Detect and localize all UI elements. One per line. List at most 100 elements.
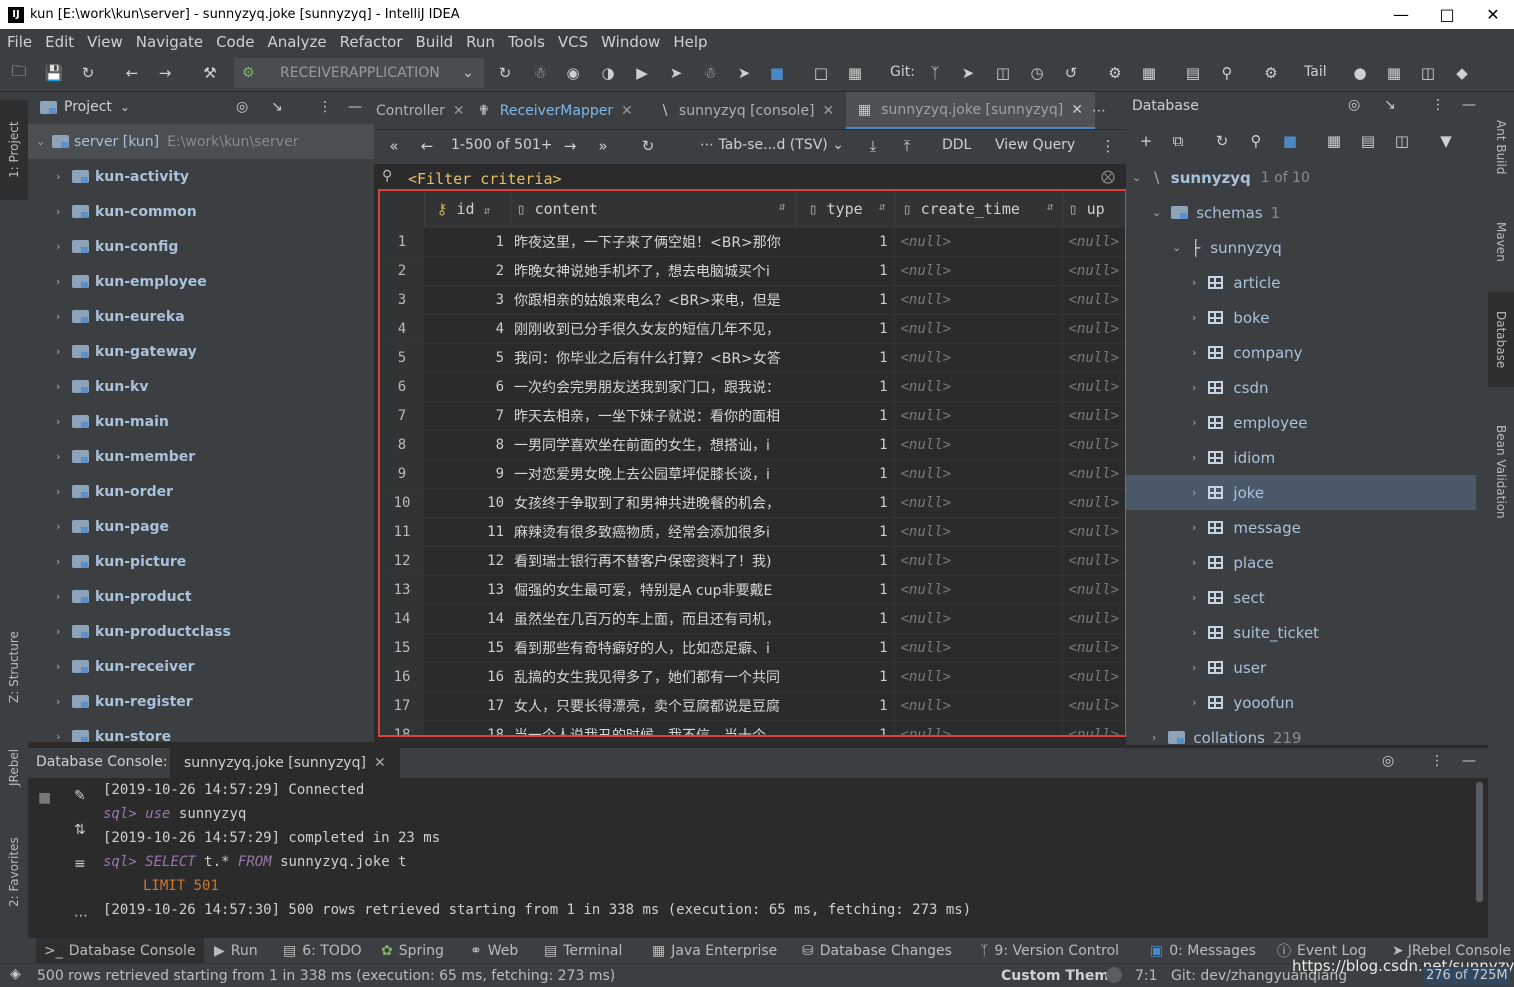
- page-indicator[interactable]: 1-500 of 501+: [451, 137, 553, 153]
- menu-vcs[interactable]: VCS: [551, 33, 594, 51]
- menu-view[interactable]: View: [80, 33, 129, 51]
- tree-item-kun-kv[interactable]: › kun-kv: [28, 369, 374, 404]
- cell-type[interactable]: 1: [796, 459, 894, 489]
- tab-java-enterprise[interactable]: ▦ Java Enterprise: [652, 938, 777, 963]
- cell-up[interactable]: <null>: [1061, 285, 1125, 315]
- cell-type[interactable]: 1: [796, 546, 894, 576]
- cell-up[interactable]: <null>: [1061, 401, 1125, 431]
- upload-icon[interactable]: ⤒: [897, 136, 917, 156]
- tab-favorites[interactable]: 2: Favorites: [0, 822, 28, 922]
- cell-create-time[interactable]: <null>: [893, 662, 1062, 692]
- cell-content[interactable]: 乱搞的女生我见得多了，她们都有一个共同: [510, 662, 796, 692]
- tab-ant-build[interactable]: Ant Build: [1488, 102, 1514, 192]
- cell-id[interactable]: 14: [424, 604, 510, 634]
- cell-type[interactable]: 1: [796, 488, 894, 518]
- cell-create-time[interactable]: <null>: [893, 633, 1062, 663]
- db-table-boke[interactable]: › boke: [1126, 300, 1476, 335]
- tree-item-kun-register[interactable]: › kun-register: [28, 684, 374, 719]
- cell-up[interactable]: <null>: [1061, 691, 1125, 721]
- menu-window[interactable]: Window: [594, 33, 666, 51]
- db-table-place[interactable]: › place: [1126, 545, 1476, 580]
- cell-create-time[interactable]: <null>: [893, 430, 1062, 460]
- cell-up[interactable]: <null>: [1061, 314, 1125, 344]
- close-icon[interactable]: ✕: [1071, 102, 1083, 118]
- console-icon[interactable]: ◫: [1392, 131, 1412, 151]
- record-icon[interactable]: ●: [1350, 63, 1370, 83]
- cell-up[interactable]: <null>: [1061, 372, 1125, 402]
- prev-page-icon[interactable]: ←: [417, 136, 437, 156]
- cell-type[interactable]: 1: [796, 604, 894, 634]
- cell-type[interactable]: 1: [796, 285, 894, 315]
- table-row[interactable]: 3 3 你跟相亲的姑娘来电么？<BR>来电，但是 1 <null> <null>: [380, 285, 1125, 315]
- cell-id[interactable]: 8: [424, 430, 510, 460]
- hide-panel-icon[interactable]: —: [1462, 753, 1476, 769]
- git-push-icon[interactable]: ➤: [958, 63, 978, 83]
- cell-id[interactable]: 16: [424, 662, 510, 692]
- table-row[interactable]: 11 11 麻辣烫有很多致癌物质，经常会添加很多i 1 <null> <null>: [380, 517, 1125, 547]
- cell-content[interactable]: 昨晚女神说她手机坏了，想去电脑城买个i: [510, 256, 796, 286]
- table-row[interactable]: 7 7 昨天去相亲，一坐下妹子就说：看你的面相 1 <null> <null>: [380, 401, 1125, 431]
- console-scrollbar[interactable]: [1476, 782, 1483, 902]
- tab-maven[interactable]: Maven: [1488, 207, 1514, 277]
- view-query-button[interactable]: View Query: [995, 137, 1075, 153]
- cell-up[interactable]: <null>: [1061, 720, 1125, 735]
- cell-up[interactable]: <null>: [1061, 488, 1125, 518]
- attach-icon[interactable]: ▦: [845, 63, 865, 83]
- collapse-icon[interactable]: ↘: [271, 99, 283, 115]
- cell-up[interactable]: <null>: [1061, 546, 1125, 576]
- first-page-icon[interactable]: «: [384, 136, 404, 156]
- tab-sunnyzyq-console[interactable]: ∖ sunnyzyq [console] ✕: [660, 92, 834, 129]
- tab-sunnyzyq-joke[interactable]: ▦ sunnyzyq.joke [sunnyzyq] ✕: [846, 92, 1095, 129]
- cell-id[interactable]: 18: [424, 720, 510, 735]
- deploy-icon[interactable]: □: [811, 63, 831, 83]
- cell-create-time[interactable]: <null>: [893, 720, 1062, 735]
- rerun-icon[interactable]: ↻: [495, 63, 515, 83]
- table-row[interactable]: 1 1 昨夜这里，一下子来了俩空姐！<BR>那你 1 <null> <null>: [380, 227, 1125, 257]
- cell-create-time[interactable]: <null>: [893, 343, 1062, 373]
- cell-content[interactable]: 看到那些有奇特癖好的人，比如恋足癖、i: [510, 633, 796, 663]
- table-row[interactable]: 13 13 倔强的女生最可爱，特别是A cup非要戴E 1 <null> <null>: [380, 575, 1125, 605]
- cell-content[interactable]: 看到瑞士银行再不替客户保密资料了！我): [510, 546, 796, 576]
- tree-root[interactable]: ⌄ server [kun] E:\work\kun\server: [28, 124, 374, 159]
- db-table-yooofun[interactable]: › yooofun: [1126, 685, 1476, 720]
- cell-create-time[interactable]: <null>: [893, 517, 1062, 547]
- jrebel-debug-icon[interactable]: ☃: [700, 63, 720, 83]
- export-format-select[interactable]: ⋯ Tab-se...d (TSV) ⌄: [700, 137, 844, 153]
- row-number[interactable]: 14: [380, 604, 424, 634]
- tab-database[interactable]: Database: [1488, 292, 1514, 387]
- ddl-button[interactable]: DDL: [942, 137, 971, 153]
- menu-file[interactable]: File: [0, 33, 38, 51]
- cell-up[interactable]: <null>: [1061, 227, 1125, 257]
- schemas-node[interactable]: ⌄ schemas 1: [1126, 195, 1488, 230]
- tree-item-kun-picture[interactable]: › kun-picture: [28, 544, 374, 579]
- puzzle-icon[interactable]: ◆: [1452, 63, 1472, 83]
- row-number[interactable]: 13: [380, 575, 424, 605]
- status-icon[interactable]: ◈: [10, 966, 21, 982]
- cell-create-time[interactable]: <null>: [893, 691, 1062, 721]
- row-number[interactable]: 7: [380, 401, 424, 431]
- row-number[interactable]: 6: [380, 372, 424, 402]
- cell-content[interactable]: 麻辣烫有很多致癌物质，经常会添加很多i: [510, 517, 796, 547]
- table-row[interactable]: 18 18 当一个人说我丑的时候，我不信，当十个 1 <null> <null>: [380, 720, 1125, 735]
- target-icon[interactable]: ◎: [236, 99, 248, 115]
- table-row[interactable]: 8 8 一男同学喜欢坐在前面的女生，想搭讪，i 1 <null> <null>: [380, 430, 1125, 460]
- cell-content[interactable]: 一男同学喜欢坐在前面的女生，想搭讪，i: [510, 430, 796, 460]
- row-number[interactable]: 16: [380, 662, 424, 692]
- save-icon[interactable]: 💾: [44, 63, 64, 83]
- table-row[interactable]: 4 4 刚刚收到已分手很久女友的短信几年不见， 1 <null> <null>: [380, 314, 1125, 344]
- table-row[interactable]: 5 5 我问：你毕业之后有什么打算？<BR>女答 1 <null> <null>: [380, 343, 1125, 373]
- tree-item-kun-common[interactable]: › kun-common: [28, 194, 374, 229]
- cell-type[interactable]: 1: [796, 575, 894, 605]
- plugin-icon[interactable]: ⚙: [1261, 63, 1281, 83]
- tree-item-kun-main[interactable]: › kun-main: [28, 404, 374, 439]
- cell-create-time[interactable]: <null>: [893, 459, 1062, 489]
- tree-item-kun-product[interactable]: › kun-product: [28, 579, 374, 614]
- stop-icon[interactable]: ■: [38, 790, 51, 806]
- column-header-id[interactable]: ⚷ id ⇵: [424, 191, 511, 228]
- minimize-button[interactable]: —: [1378, 0, 1424, 29]
- theme-label[interactable]: Custom Theme: [1001, 968, 1118, 984]
- menu-run[interactable]: Run: [459, 33, 501, 51]
- sort-icon[interactable]: ⇵: [484, 204, 491, 217]
- cell-create-time[interactable]: <null>: [893, 314, 1062, 344]
- tab-web[interactable]: ⚭ Web: [470, 938, 518, 963]
